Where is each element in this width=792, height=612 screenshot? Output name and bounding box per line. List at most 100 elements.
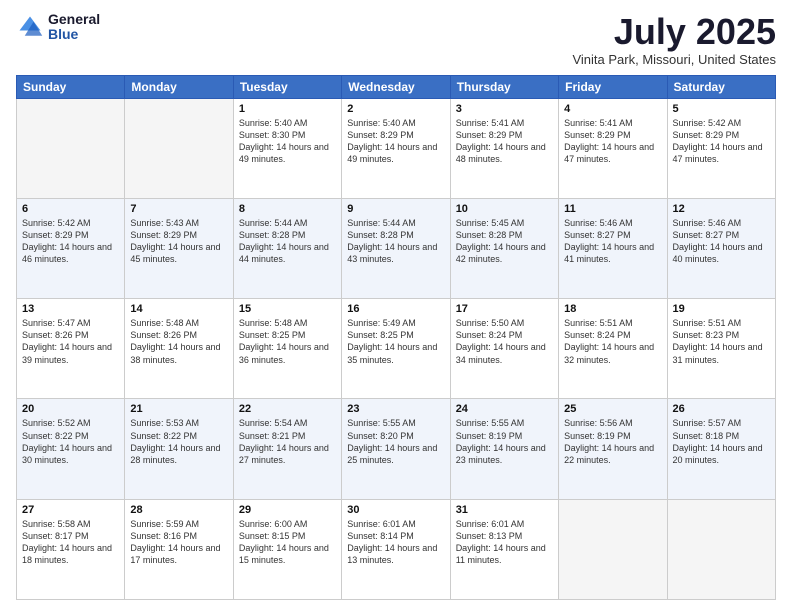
- day-number: 28: [130, 504, 227, 516]
- day-number: 11: [564, 203, 661, 215]
- day-number: 27: [22, 504, 119, 516]
- calendar-cell: [559, 499, 667, 599]
- calendar-week-row: 27 Sunrise: 5:58 AMSunset: 8:17 PMDayligh…: [17, 499, 776, 599]
- calendar-cell: 5 Sunrise: 5:42 AMSunset: 8:29 PMDaylight…: [667, 98, 775, 198]
- day-number: 14: [130, 303, 227, 315]
- calendar-cell: 25Sunrise: 5:56 AMSunset: 8:19 PMDayligh…: [559, 399, 667, 499]
- day-number: 22: [239, 403, 336, 415]
- cell-info: Sunrise: 5:51 AMSunset: 8:23 PMDaylight:…: [673, 317, 770, 366]
- calendar-cell: [125, 98, 233, 198]
- cell-info: Sunrise: 5:40 AMSunset: 8:30 PMDaylight:…: [239, 117, 336, 166]
- calendar-day-header: Tuesday: [233, 75, 341, 98]
- calendar-cell: 3 Sunrise: 5:41 AMSunset: 8:29 PMDaylight…: [450, 98, 558, 198]
- calendar-cell: 28Sunrise: 5:59 AMSunset: 8:16 PMDayligh…: [125, 499, 233, 599]
- calendar-cell: [667, 499, 775, 599]
- calendar-day-header: Saturday: [667, 75, 775, 98]
- cell-info: Sunrise: 5:41 AMSunset: 8:29 PMDaylight:…: [456, 117, 553, 166]
- calendar-cell: 20Sunrise: 5:52 AMSunset: 8:22 PMDayligh…: [17, 399, 125, 499]
- calendar-day-header: Sunday: [17, 75, 125, 98]
- cell-info: Sunrise: 5:44 AMSunset: 8:28 PMDaylight:…: [347, 217, 444, 266]
- cell-info: Sunrise: 5:51 AMSunset: 8:24 PMDaylight:…: [564, 317, 661, 366]
- day-number: 4: [564, 103, 661, 115]
- calendar-day-header: Thursday: [450, 75, 558, 98]
- day-number: 21: [130, 403, 227, 415]
- day-number: 31: [456, 504, 553, 516]
- cell-info: Sunrise: 5:54 AMSunset: 8:21 PMDaylight:…: [239, 417, 336, 466]
- calendar-header-row: SundayMondayTuesdayWednesdayThursdayFrid…: [17, 75, 776, 98]
- logo-text: General Blue: [48, 12, 100, 43]
- month-title: July 2025: [572, 12, 776, 52]
- calendar-cell: 26 Sunrise: 5:57 AMSunset: 8:18 PMDayligh…: [667, 399, 775, 499]
- calendar-cell: 22 Sunrise: 5:54 AMSunset: 8:21 PMDayligh…: [233, 399, 341, 499]
- day-number: 3: [456, 103, 553, 115]
- day-number: 16: [347, 303, 444, 315]
- cell-info: Sunrise: 5:50 AMSunset: 8:24 PMDaylight:…: [456, 317, 553, 366]
- cell-info: Sunrise: 5:53 AMSunset: 8:22 PMDaylight:…: [130, 417, 227, 466]
- cell-info: Sunrise: 5:46 AMSunset: 8:27 PMDaylight:…: [564, 217, 661, 266]
- cell-info: Sunrise: 5:48 AMSunset: 8:25 PMDaylight:…: [239, 317, 336, 366]
- day-number: 5: [673, 103, 770, 115]
- calendar-cell: 16Sunrise: 5:49 AMSunset: 8:25 PMDayligh…: [342, 299, 450, 399]
- day-number: 7: [130, 203, 227, 215]
- cell-info: Sunrise: 5:58 AMSunset: 8:17 PMDaylight:…: [22, 518, 119, 567]
- header: General Blue July 2025 Vinita Park, Miss…: [16, 12, 776, 67]
- calendar-cell: 8 Sunrise: 5:44 AMSunset: 8:28 PMDaylight…: [233, 198, 341, 298]
- calendar-cell: 23Sunrise: 5:55 AMSunset: 8:20 PMDayligh…: [342, 399, 450, 499]
- calendar-cell: 17 Sunrise: 5:50 AMSunset: 8:24 PMDayligh…: [450, 299, 558, 399]
- calendar-table: SundayMondayTuesdayWednesdayThursdayFrid…: [16, 75, 776, 600]
- cell-info: Sunrise: 5:44 AMSunset: 8:28 PMDaylight:…: [239, 217, 336, 266]
- day-number: 17: [456, 303, 553, 315]
- calendar-week-row: 13 Sunrise: 5:47 AMSunset: 8:26 PMDayligh…: [17, 299, 776, 399]
- cell-info: Sunrise: 5:57 AMSunset: 8:18 PMDaylight:…: [673, 417, 770, 466]
- cell-info: Sunrise: 5:42 AMSunset: 8:29 PMDaylight:…: [673, 117, 770, 166]
- day-number: 25: [564, 403, 661, 415]
- page: General Blue July 2025 Vinita Park, Miss…: [0, 0, 792, 612]
- day-number: 1: [239, 103, 336, 115]
- calendar-cell: 31 Sunrise: 6:01 AMSunset: 8:13 PMDayligh…: [450, 499, 558, 599]
- calendar-cell: 24 Sunrise: 5:55 AMSunset: 8:19 PMDayligh…: [450, 399, 558, 499]
- cell-info: Sunrise: 5:43 AMSunset: 8:29 PMDaylight:…: [130, 217, 227, 266]
- calendar-week-row: 6 Sunrise: 5:42 AMSunset: 8:29 PMDaylight…: [17, 198, 776, 298]
- cell-info: Sunrise: 5:52 AMSunset: 8:22 PMDaylight:…: [22, 417, 119, 466]
- calendar-cell: 13 Sunrise: 5:47 AMSunset: 8:26 PMDayligh…: [17, 299, 125, 399]
- cell-info: Sunrise: 5:45 AMSunset: 8:28 PMDaylight:…: [456, 217, 553, 266]
- cell-info: Sunrise: 5:42 AMSunset: 8:29 PMDaylight:…: [22, 217, 119, 266]
- cell-info: Sunrise: 5:48 AMSunset: 8:26 PMDaylight:…: [130, 317, 227, 366]
- calendar-cell: 11 Sunrise: 5:46 AMSunset: 8:27 PMDayligh…: [559, 198, 667, 298]
- calendar-cell: 9 Sunrise: 5:44 AMSunset: 8:28 PMDaylight…: [342, 198, 450, 298]
- day-number: 9: [347, 203, 444, 215]
- cell-info: Sunrise: 5:46 AMSunset: 8:27 PMDaylight:…: [673, 217, 770, 266]
- cell-info: Sunrise: 5:40 AMSunset: 8:29 PMDaylight:…: [347, 117, 444, 166]
- calendar-day-header: Monday: [125, 75, 233, 98]
- calendar-cell: 27 Sunrise: 5:58 AMSunset: 8:17 PMDayligh…: [17, 499, 125, 599]
- cell-info: Sunrise: 6:01 AMSunset: 8:13 PMDaylight:…: [456, 518, 553, 567]
- day-number: 8: [239, 203, 336, 215]
- calendar-cell: 15Sunrise: 5:48 AMSunset: 8:25 PMDayligh…: [233, 299, 341, 399]
- location: Vinita Park, Missouri, United States: [572, 52, 776, 67]
- calendar-cell: 10Sunrise: 5:45 AMSunset: 8:28 PMDayligh…: [450, 198, 558, 298]
- cell-info: Sunrise: 6:00 AMSunset: 8:15 PMDaylight:…: [239, 518, 336, 567]
- calendar-cell: 21 Sunrise: 5:53 AMSunset: 8:22 PMDayligh…: [125, 399, 233, 499]
- calendar-cell: 6 Sunrise: 5:42 AMSunset: 8:29 PMDaylight…: [17, 198, 125, 298]
- logo-icon: [16, 13, 44, 41]
- calendar-day-header: Friday: [559, 75, 667, 98]
- day-number: 26: [673, 403, 770, 415]
- day-number: 24: [456, 403, 553, 415]
- day-number: 23: [347, 403, 444, 415]
- calendar-cell: 2Sunrise: 5:40 AMSunset: 8:29 PMDaylight…: [342, 98, 450, 198]
- calendar-cell: 12Sunrise: 5:46 AMSunset: 8:27 PMDayligh…: [667, 198, 775, 298]
- day-number: 6: [22, 203, 119, 215]
- day-number: 13: [22, 303, 119, 315]
- logo-general: General: [48, 12, 100, 27]
- calendar-week-row: 1 Sunrise: 5:40 AMSunset: 8:30 PMDaylight…: [17, 98, 776, 198]
- calendar-cell: 4 Sunrise: 5:41 AMSunset: 8:29 PMDaylight…: [559, 98, 667, 198]
- calendar-cell: 14 Sunrise: 5:48 AMSunset: 8:26 PMDayligh…: [125, 299, 233, 399]
- day-number: 18: [564, 303, 661, 315]
- day-number: 29: [239, 504, 336, 516]
- cell-info: Sunrise: 5:41 AMSunset: 8:29 PMDaylight:…: [564, 117, 661, 166]
- calendar-week-row: 20Sunrise: 5:52 AMSunset: 8:22 PMDayligh…: [17, 399, 776, 499]
- cell-info: Sunrise: 5:47 AMSunset: 8:26 PMDaylight:…: [22, 317, 119, 366]
- logo: General Blue: [16, 12, 100, 43]
- calendar-cell: 7 Sunrise: 5:43 AMSunset: 8:29 PMDaylight…: [125, 198, 233, 298]
- cell-info: Sunrise: 5:55 AMSunset: 8:19 PMDaylight:…: [456, 417, 553, 466]
